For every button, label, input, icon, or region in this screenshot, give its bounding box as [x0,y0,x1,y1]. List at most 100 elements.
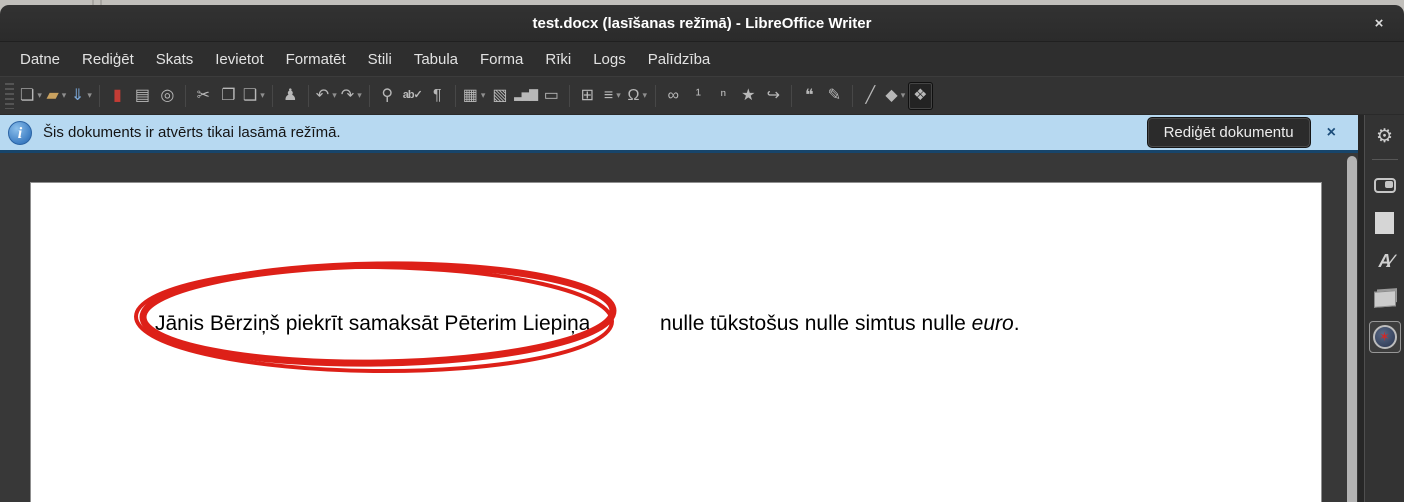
toolbar-separator [569,85,570,107]
menubar: DatneRediģētSkatsIevietotFormatētStiliTa… [0,42,1404,76]
copy-button[interactable]: ❐ [216,82,241,110]
insert-special-character-button[interactable]: Ω▾ [625,82,650,110]
show-draw-functions-button[interactable]: ❖ [908,82,933,110]
toolbar-separator [369,85,370,107]
insert-chart-button[interactable]: ▂▅▇ [512,82,538,110]
track-changes-button[interactable]: ✎ [822,82,847,110]
export-pdf-icon: ▮ [113,88,122,104]
menu-item-5[interactable]: Stili [357,46,403,73]
sidebar-tab-strip: ⚙ A∕ ✶ [1364,115,1404,502]
properties-deck-icon [1374,178,1396,193]
clone-formatting-button[interactable]: ♟ [278,82,303,110]
gallery-deck-icon [1374,290,1396,308]
vertical-scrollbar-thumb[interactable] [1347,156,1357,502]
print-icon: ▤ [135,88,150,104]
new-document-button[interactable]: ❏▾ [18,82,44,110]
insert-comment-button[interactable]: ❝ [797,82,822,110]
window-title: test.docx (lasīšanas režīmā) - LibreOffi… [0,5,1404,42]
open-dropdown-arrow-icon[interactable]: ▾ [62,90,67,101]
document-sentence-period: . [1014,312,1020,335]
basic-shapes-dropdown-arrow-icon[interactable]: ▾ [901,90,906,101]
insert-line-icon: ╱ [865,88,875,104]
toolbar-separator [791,85,792,107]
menu-item-7[interactable]: Forma [469,46,534,73]
titlebar: test.docx (lasīšanas režīmā) - LibreOffi… [0,5,1404,42]
undo-icon: ↶ [316,88,329,104]
menu-item-3[interactable]: Ievietot [204,46,274,73]
insert-textbox-icon: ▭ [544,88,559,104]
export-pdf-button[interactable]: ▮ [105,82,130,110]
page-deck-button[interactable] [1369,207,1401,239]
insert-endnote-button[interactable]: ⁿ [711,82,736,110]
insert-bookmark-button[interactable]: ★ [736,82,761,110]
insert-hyperlink-icon: ∞ [668,88,679,104]
redo-button[interactable]: ↷▾ [339,82,364,110]
toolbar-separator [655,85,656,107]
clone-formatting-icon: ♟ [283,88,297,104]
toolbar-separator [852,85,853,107]
window-close-button[interactable]: × [1364,9,1394,39]
insert-endnote-icon: ⁿ [720,88,726,104]
gallery-deck-button[interactable] [1369,283,1401,315]
basic-shapes-button[interactable]: ◆▾ [883,82,908,110]
open-button[interactable]: ▰▾ [44,82,69,110]
styles-deck-button[interactable]: A∕ [1369,245,1401,277]
insert-bookmark-icon: ★ [741,88,755,104]
formatting-marks-button[interactable]: ¶ [425,82,450,110]
toolbar-separator [99,85,100,107]
redo-dropdown-arrow-icon[interactable]: ▾ [357,90,362,101]
spelling-check-button[interactable]: ab✓ [400,82,425,110]
cut-button[interactable]: ✂ [191,82,216,110]
insert-cross-reference-button[interactable]: ↪ [761,82,786,110]
insert-special-character-icon: Ω [628,88,640,104]
menu-item-2[interactable]: Skats [145,46,205,73]
menu-item-0[interactable]: Datne [9,46,71,73]
insert-special-character-dropdown-arrow-icon[interactable]: ▾ [643,90,648,101]
show-draw-functions-icon: ❖ [913,88,927,104]
menu-item-4[interactable]: Formatēt [275,46,357,73]
insert-field-button[interactable]: ≡▾ [600,82,625,110]
print-preview-button[interactable]: ◎ [155,82,180,110]
print-button[interactable]: ▤ [130,82,155,110]
infobar-message: Šis dokuments ir atvērts tikai lasāmā re… [43,124,341,141]
insert-image-button[interactable]: ▧ [487,82,512,110]
info-icon: i [8,121,32,145]
menu-item-10[interactable]: Palīdzība [637,46,722,73]
edit-document-button[interactable]: Rediģēt dokumentu [1147,117,1311,148]
basic-shapes-icon: ◆ [885,88,897,104]
insert-hyperlink-button[interactable]: ∞ [661,82,686,110]
toolbar-grip-handle[interactable] [5,83,14,109]
undo-button[interactable]: ↶▾ [314,82,339,110]
menu-item-1[interactable]: Rediģēt [71,46,145,73]
cut-icon: ✂ [197,88,210,104]
properties-deck-button[interactable] [1369,169,1401,201]
save-icon: ⇓ [71,88,84,104]
open-icon: ▰ [46,88,58,104]
print-preview-icon: ◎ [160,88,174,104]
insert-table-dropdown-arrow-icon[interactable]: ▾ [481,90,486,101]
paste-dropdown-arrow-icon[interactable]: ▾ [260,90,265,101]
insert-chart-icon: ▂▅▇ [514,90,536,101]
insert-line-button[interactable]: ╱ [858,82,883,110]
paste-button[interactable]: ❑▾ [241,82,267,110]
new-document-dropdown-arrow-icon[interactable]: ▾ [37,90,42,101]
menu-item-9[interactable]: Logs [582,46,637,73]
find-and-replace-button[interactable]: ⚲ [375,82,400,110]
infobar-close-icon[interactable]: × [1327,124,1336,142]
red-ellipse-annotation [131,256,623,378]
toolbar-separator [185,85,186,107]
save-dropdown-arrow-icon[interactable]: ▾ [87,90,92,101]
track-changes-icon: ✎ [828,88,841,104]
insert-footnote-button[interactable]: ¹ [686,82,711,110]
insert-page-break-button[interactable]: ⊞ [575,82,600,110]
navigator-deck-button[interactable]: ✶ [1369,321,1401,353]
insert-field-dropdown-arrow-icon[interactable]: ▾ [616,90,621,101]
menu-item-8[interactable]: Rīki [534,46,582,73]
insert-textbox-button[interactable]: ▭ [539,82,564,110]
undo-dropdown-arrow-icon[interactable]: ▾ [332,90,337,101]
insert-table-button[interactable]: ▦▾ [461,82,488,110]
document-view-area: Jānis Bērziņš piekrīt samaksāt Pēterim L… [0,153,1362,502]
save-button[interactable]: ⇓▾ [69,82,94,110]
menu-item-6[interactable]: Tabula [403,46,469,73]
sidebar-settings-button[interactable]: ⚙ [1369,120,1401,152]
